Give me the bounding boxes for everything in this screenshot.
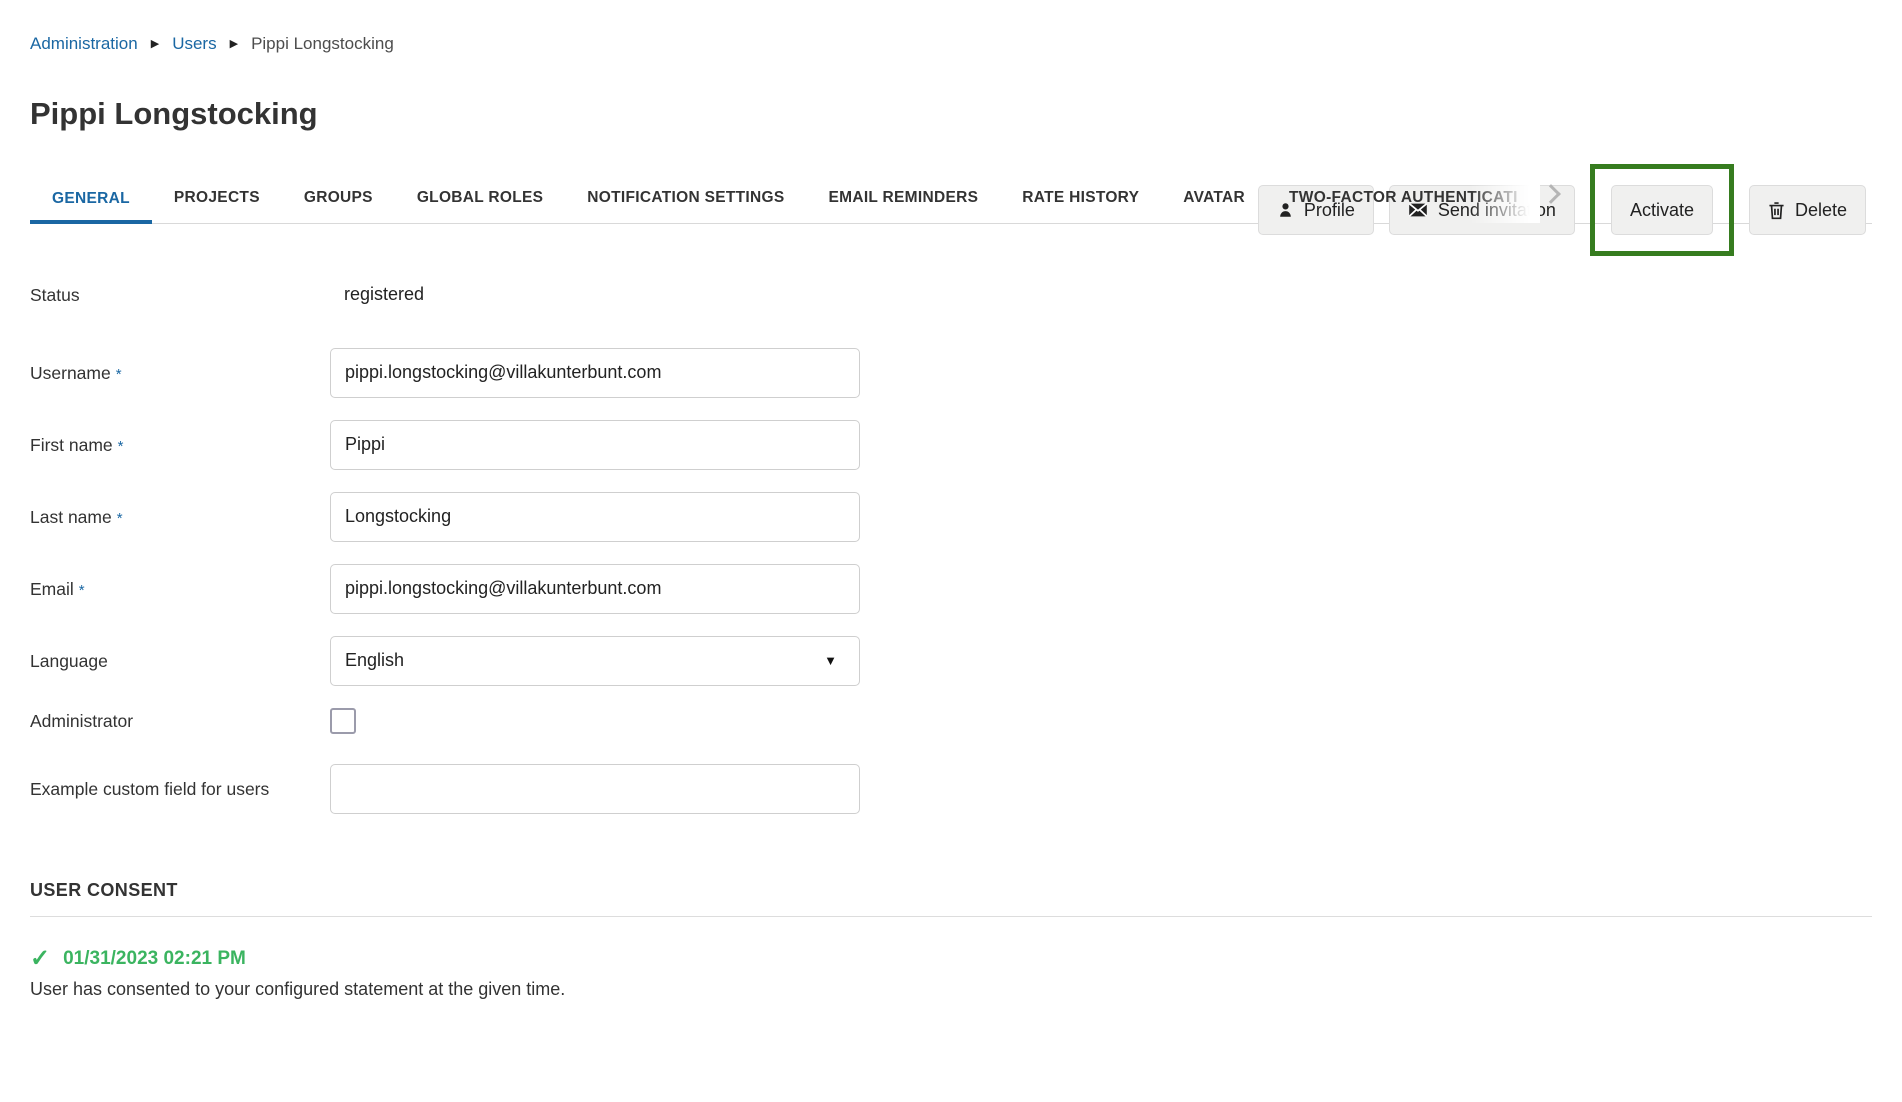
language-label: Language — [30, 648, 330, 674]
language-select[interactable]: English ▼ — [330, 636, 860, 686]
breadcrumb-link-users[interactable]: Users — [172, 34, 216, 54]
consent-timestamp-row: ✓ 01/31/2023 02:21 PM — [30, 947, 1872, 971]
email-input[interactable] — [330, 564, 860, 614]
language-selected-value: English — [345, 650, 404, 671]
email-row: Email* — [30, 564, 1872, 614]
first-name-row: First name* — [30, 420, 1872, 470]
activate-button[interactable]: Activate — [1611, 185, 1713, 235]
username-input[interactable] — [330, 348, 860, 398]
custom-field-label: Example custom field for users — [30, 776, 330, 802]
tab-rate-history[interactable]: RATE HISTORY — [1000, 176, 1161, 223]
breadcrumb-current: Pippi Longstocking — [251, 34, 394, 54]
consent-timestamp: 01/31/2023 02:21 PM — [63, 948, 246, 970]
consent-message: User has consented to your configured st… — [30, 979, 1872, 1000]
breadcrumb-link-administration[interactable]: Administration — [30, 34, 138, 54]
trash-icon — [1768, 201, 1785, 220]
user-general-form: Status registered Username* First name* … — [30, 282, 1872, 815]
activate-highlight-annotation: Activate — [1590, 164, 1734, 256]
tab-notification-settings[interactable]: NOTIFICATION SETTINGS — [565, 176, 806, 223]
custom-field-row: Example custom field for users — [30, 764, 1872, 814]
tab-projects[interactable]: PROJECTS — [152, 176, 282, 223]
delete-button[interactable]: Delete — [1749, 185, 1866, 235]
status-row: Status registered — [30, 282, 1872, 308]
language-row: Language English ▼ — [30, 636, 1872, 686]
last-name-input[interactable] — [330, 492, 860, 542]
last-name-label: Last name* — [30, 504, 330, 531]
last-name-row: Last name* — [30, 492, 1872, 542]
page-header: Pippi Longstocking Profile Send invitati… — [30, 96, 1872, 132]
breadcrumb: Administration ▶ Users ▶ Pippi Longstock… — [30, 0, 1872, 54]
tab-avatar[interactable]: AVATAR — [1161, 176, 1267, 223]
tab-general[interactable]: GENERAL — [30, 177, 152, 224]
required-asterisk: * — [79, 582, 85, 599]
administrator-label: Administrator — [30, 708, 330, 734]
tab-global-roles[interactable]: GLOBAL ROLES — [395, 176, 565, 223]
breadcrumb-separator-icon: ▶ — [230, 39, 238, 50]
username-row: Username* — [30, 348, 1872, 398]
required-asterisk: * — [116, 366, 122, 383]
required-asterisk: * — [117, 510, 123, 527]
administrator-checkbox[interactable] — [330, 708, 356, 734]
user-consent-section: USER CONSENT ✓ 01/31/2023 02:21 PM User … — [30, 880, 1872, 1000]
first-name-label: First name* — [30, 432, 330, 459]
caret-down-icon: ▼ — [824, 654, 837, 667]
page-title: Pippi Longstocking — [30, 96, 1872, 132]
email-label: Email* — [30, 576, 330, 603]
custom-field-input[interactable] — [330, 764, 860, 814]
status-label: Status — [30, 282, 330, 308]
tab-two-factor-authentication[interactable]: TWO-FACTOR AUTHENTICATI — [1267, 176, 1540, 223]
tab-groups[interactable]: GROUPS — [282, 176, 395, 223]
status-value: registered — [330, 284, 424, 305]
checkmark-icon: ✓ — [30, 947, 50, 971]
first-name-input[interactable] — [330, 420, 860, 470]
username-label: Username* — [30, 360, 330, 387]
required-asterisk: * — [118, 438, 124, 455]
administrator-row: Administrator — [30, 708, 1872, 734]
user-consent-heading: USER CONSENT — [30, 880, 1872, 917]
tab-email-reminders[interactable]: EMAIL REMINDERS — [806, 176, 1000, 223]
breadcrumb-separator-icon: ▶ — [151, 39, 159, 50]
